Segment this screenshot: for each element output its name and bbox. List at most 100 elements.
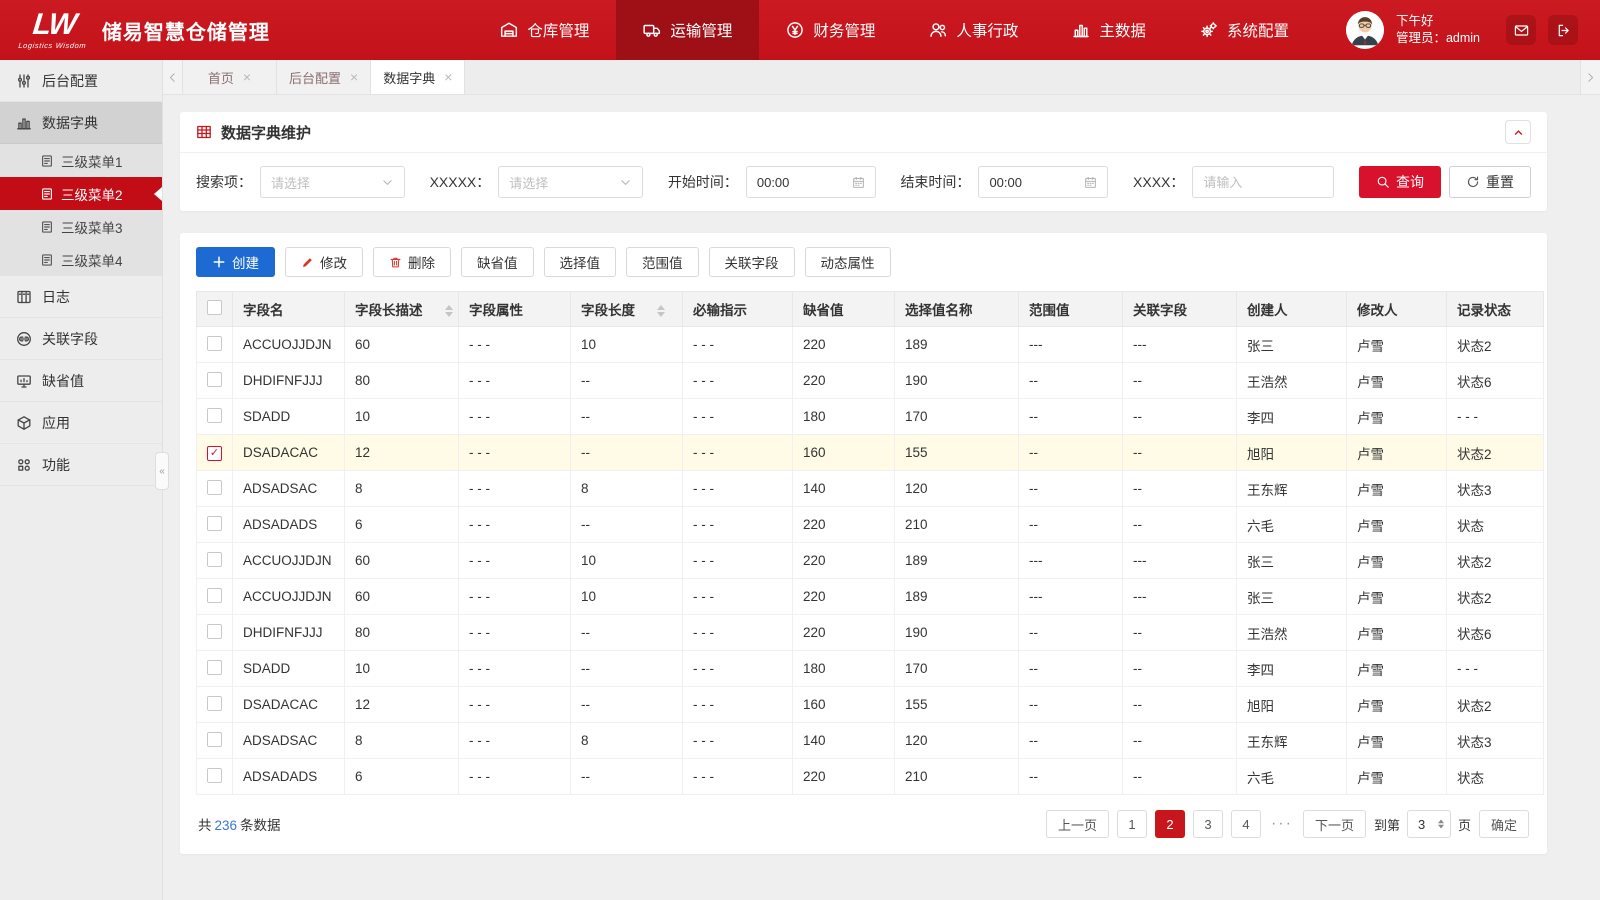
table-row[interactable]: DSADACAC 12- - - -- - - -160 155 -- -- 旭阳 卢雪 状态2 <box>196 686 1544 723</box>
table-row[interactable]: ACCUOJJDJN 60- - -10- - -220 189 --- --- 张三 卢雪… <box>196 542 1544 579</box>
data-table: 字段名 字段长描述 字段属性 字段长度 必输指示 缺省值 选择值名称 范围值 关联字段 创建人 修改… <box>196 291 1544 795</box>
page-button-4[interactable]: 4 <box>1230 810 1261 838</box>
nav-item-2[interactable]: 财务管理 <box>759 0 902 60</box>
table-row[interactable]: SDADD 10- - - -- - - -180 170 -- -- 李四 卢雪 - - - <box>196 398 1544 435</box>
row-checkbox[interactable] <box>207 335 222 351</box>
end-time-input[interactable]: 00:00 <box>978 166 1109 198</box>
spinner-icon[interactable] <box>1437 819 1444 829</box>
sidebar-item-5[interactable]: 应用 <box>0 402 162 444</box>
table-row[interactable]: ADSADSAC 8- - -8- - -140 120 -- -- 王东辉 卢雪 状态3 <box>196 722 1544 759</box>
reset-button[interactable]: 重置 <box>1448 166 1531 198</box>
confirm-button[interactable]: 确定 <box>1478 810 1529 838</box>
row-checkbox[interactable] <box>207 731 222 747</box>
search-select[interactable]: 请选择 <box>260 166 405 198</box>
table-row[interactable]: ACCUOJJDJN 60- - -10- - -220 189 --- --- 张三 卢雪… <box>196 326 1544 363</box>
column-header-label: 修改人 <box>1357 303 1398 318</box>
page-title: 数据字典维护 <box>221 124 312 142</box>
column-header-3[interactable]: 字段长度 <box>570 291 683 327</box>
tab-close-icon[interactable]: × <box>350 70 358 84</box>
select-all-checkbox[interactable] <box>207 300 222 315</box>
action-button-5[interactable]: 范围值 <box>626 247 699 277</box>
sidebar-item-label: 后台配置 <box>42 72 98 89</box>
action-button-6[interactable]: 关联字段 <box>708 247 795 277</box>
row-checkbox[interactable] <box>207 695 222 711</box>
action-button-2[interactable]: 删除 <box>373 247 451 277</box>
nav-item-4[interactable]: 主数据 <box>1045 0 1173 60</box>
sort-icon[interactable] <box>444 305 453 318</box>
panel-collapse-button[interactable] <box>1505 120 1531 144</box>
table-row[interactable]: ADSADADS 6- - - -- - - -220 210 -- -- 六毛 卢雪 状态 <box>196 758 1544 795</box>
tab-close-icon[interactable]: × <box>444 70 452 84</box>
table-cell: 状态2 <box>1446 326 1544 363</box>
row-checkbox[interactable] <box>207 371 222 387</box>
sidebar-item-6[interactable]: 功能 <box>0 444 162 486</box>
row-checkbox[interactable] <box>207 659 222 675</box>
row-checkbox[interactable]: ✓ <box>207 446 222 461</box>
table-row[interactable]: SDADD 10- - - -- - - -180 170 -- -- 李四 卢雪 - - - <box>196 650 1544 687</box>
action-button-0[interactable]: 创建 <box>196 247 275 277</box>
row-checkbox[interactable] <box>207 515 222 531</box>
row-checkbox[interactable] <box>207 623 222 639</box>
prev-page-button[interactable]: 上一页 <box>1045 810 1109 838</box>
table-row[interactable]: ACCUOJJDJN 60- - -10- - -220 189 --- --- 张三 卢雪… <box>196 578 1544 615</box>
pagination-ellipsis[interactable]: ··· <box>1269 815 1295 833</box>
table-cell: 状态2 <box>1446 542 1544 579</box>
filter-buttons: 查询 重置 <box>1358 166 1531 198</box>
logo: LW Logistics Wisdom 储易智慧仓储管理 <box>0 0 270 60</box>
start-time-input[interactable]: 00:00 <box>745 166 876 198</box>
sidebar-item-0[interactable]: 后台配置 <box>0 60 162 102</box>
row-checkbox[interactable] <box>207 551 222 567</box>
action-button-1[interactable]: 修改 <box>285 247 363 277</box>
table-cell: - - - <box>458 686 571 723</box>
tabs-scroll-left-button[interactable] <box>163 60 183 94</box>
tab-1[interactable]: 后台配置 × <box>277 60 372 94</box>
sidebar-subitem-1[interactable]: 三级菜单2 <box>0 177 162 210</box>
action-button-4[interactable]: 选择值 <box>543 247 616 277</box>
xxxxx-select[interactable]: 请选择 <box>498 166 644 198</box>
table-row[interactable]: ✓ DSADACAC 12- - - -- - - -160 155 -- -- 旭阳 卢雪 状态2 <box>196 434 1544 471</box>
column-header-0: 字段名 <box>232 291 345 327</box>
sidebar-item-4[interactable]: 缺省值 <box>0 360 162 402</box>
row-checkbox[interactable] <box>207 479 222 495</box>
page-button-3[interactable]: 3 <box>1192 810 1223 838</box>
table-row[interactable]: DHDIFNFJJJ 80- - - -- - - -220 190 -- -- 王浩然 卢雪状… <box>196 362 1544 399</box>
avatar[interactable] <box>1345 11 1384 49</box>
nav-item-3[interactable]: 人事行政 <box>902 0 1045 60</box>
tab-2[interactable]: 数据字典 × <box>371 60 466 94</box>
tab-close-icon[interactable]: × <box>243 70 251 84</box>
xxxx-input[interactable] <box>1203 174 1324 190</box>
table-cell: 189 <box>894 578 1019 615</box>
sidebar-item-3[interactable]: 关联字段 <box>0 318 162 360</box>
goto-page-input[interactable]: 3 <box>1406 810 1451 838</box>
row-checkbox[interactable] <box>207 587 222 603</box>
next-page-button[interactable]: 下一页 <box>1302 810 1366 838</box>
tab-0[interactable]: 首页 × <box>183 60 277 94</box>
chevron-left-icon <box>167 72 178 83</box>
query-button[interactable]: 查询 <box>1358 166 1441 198</box>
page-button-1[interactable]: 1 <box>1116 810 1147 838</box>
action-button-3[interactable]: 缺省值 <box>461 247 534 277</box>
sidebar-subitem-0[interactable]: 三级菜单1 <box>0 144 162 177</box>
sidebar-subitem-2[interactable]: 三级菜单3 <box>0 210 162 243</box>
nav-item-0[interactable]: 仓库管理 <box>473 0 616 60</box>
action-button-7[interactable]: 动态属性 <box>804 247 891 277</box>
row-checkbox[interactable] <box>207 767 222 783</box>
page-button-2[interactable]: 2 <box>1154 810 1185 838</box>
mail-button[interactable] <box>1506 15 1536 45</box>
table-row[interactable]: ADSADADS 6- - - -- - - -220 210 -- -- 六毛 卢雪 状态 <box>196 506 1544 543</box>
total-suffix: 条数据 <box>240 818 281 833</box>
column-header-1[interactable]: 字段长描述 <box>344 291 459 327</box>
table-row[interactable]: ADSADSAC 8- - -8- - -140 120 -- -- 王东辉 卢雪 状态3 <box>196 470 1544 507</box>
sidebar-item-1[interactable]: 数据字典 <box>0 102 162 144</box>
nav-item-1[interactable]: 运输管理 <box>616 0 760 60</box>
row-checkbox[interactable] <box>207 407 222 423</box>
sidebar-subitem-3[interactable]: 三级菜单4 <box>0 243 162 276</box>
tab-label: 后台配置 <box>289 70 342 86</box>
nav-item-5[interactable]: 系统配置 <box>1173 0 1316 60</box>
sidebar-item-2[interactable]: 日志 <box>0 276 162 318</box>
table-row[interactable]: DHDIFNFJJJ 80- - - -- - - -220 190 -- -- 王浩然 卢雪状… <box>196 614 1544 651</box>
tabs-scroll-right-button[interactable] <box>1580 60 1600 94</box>
sidebar-collapse-handle[interactable]: « <box>155 452 169 490</box>
logout-button[interactable] <box>1548 15 1578 45</box>
sort-icon[interactable] <box>657 305 665 318</box>
